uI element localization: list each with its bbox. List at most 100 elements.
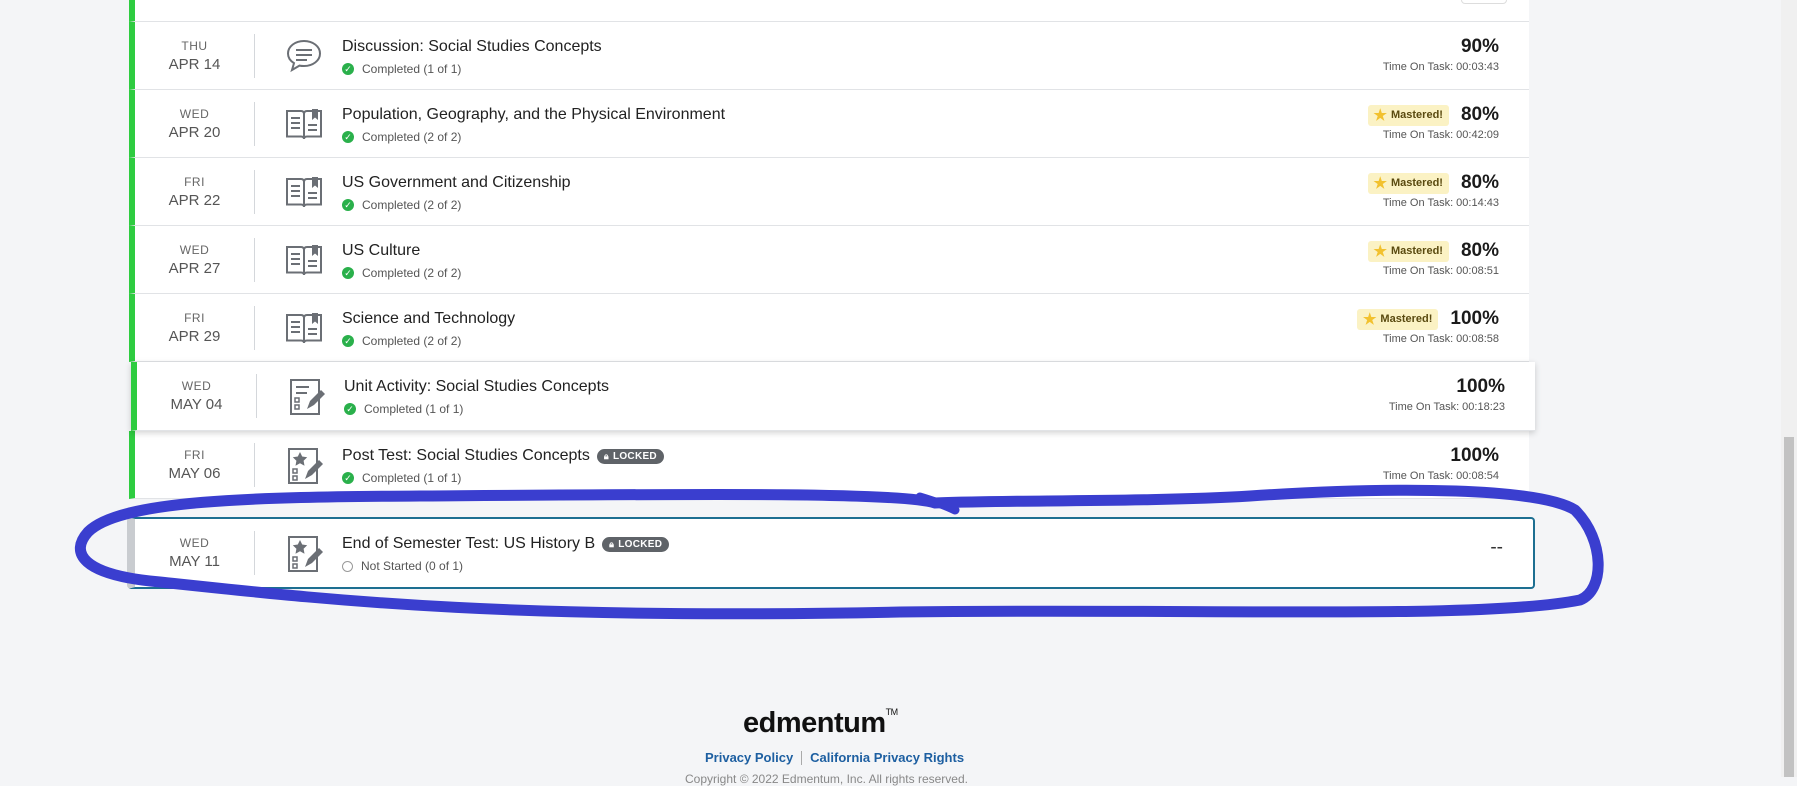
score-block: 100% Time On Task: 00:18:23 [1389,376,1505,413]
california-privacy-link[interactable]: California Privacy Rights [810,750,964,765]
due-date: FRI MAY 06 [135,431,254,498]
assignment-title-text[interactable]: US Culture [342,242,420,260]
activity-icon [285,375,327,417]
due-day: MAY 06 [168,464,221,482]
time-on-task: Time On Task: 00:08:58 [1382,333,1499,345]
status-text: Completed (1 of 1) [362,471,462,485]
time-on-task: Time On Task: 00:08:54 [1382,470,1499,482]
mastered-badge: ★ Mastered! [1367,172,1449,194]
assignment-row[interactable]: THU APR 14 Discussion: Social Studies Co… [129,22,1529,90]
assignment-title[interactable]: Science and Technology [342,310,515,328]
locked-badge: 🔒︎ LOCKED [602,536,670,552]
assignment-row[interactable]: FRI APR 22 US Government and Citizenship… [129,158,1529,226]
divider [254,102,255,146]
due-weekday: FRI [184,174,205,189]
vertical-scrollbar[interactable] [1781,0,1797,777]
footer-links: Privacy Policy California Privacy Rights [705,750,964,765]
assignment-status: ✓ Completed (1 of 1) [344,402,463,416]
status-text: Completed (2 of 2) [362,266,462,280]
due-day: APR 29 [168,327,221,345]
due-day: APR 14 [168,55,221,73]
due-date: WED APR 20 [135,90,254,157]
assignment-title[interactable]: Population, Geography, and the Physical … [342,106,725,124]
assignment-title-text[interactable]: End of Semester Test: US History B [342,535,595,553]
score-block: ★ Mastered! 100% Time On Task: 00:08:58 [1356,308,1499,345]
time-on-task: Time On Task: 00:42:09 [1382,129,1499,141]
mastered-text: Mastered! [1391,109,1443,121]
edmentum-logo[interactable]: edmentumTM [743,707,898,740]
check-icon: ✓ [342,267,354,279]
score-block: -- [1490,537,1503,559]
book-icon [283,171,325,213]
assignment-title[interactable]: Post Test: Social Studies Concepts 🔒︎ LOCK… [342,447,664,465]
privacy-policy-link[interactable]: Privacy Policy [705,750,793,765]
status-text: Completed (1 of 1) [362,62,462,76]
status-text: Not Started (0 of 1) [361,559,464,573]
link-separator [801,750,803,765]
due-day: MAY 11 [169,553,220,570]
score: 80% [1460,104,1499,125]
divider [254,531,255,575]
mastered-text: Mastered! [1391,177,1443,189]
due-day: APR 20 [168,123,221,141]
assignment-status: ✓ Completed (1 of 1) [342,62,461,76]
score: 100% [1450,445,1499,466]
score: 80% [1460,172,1499,193]
scrollbar-thumb[interactable] [1784,437,1794,777]
locked-text: LOCKED [612,450,657,462]
due-weekday: FRI [184,447,205,462]
assignment-title[interactable]: US Government and Citizenship [342,174,571,192]
lock-icon: 🔒︎ [603,450,609,461]
assignment-title[interactable]: US Culture [342,242,420,260]
due-weekday: THU [181,38,208,53]
assignment-row[interactable]: WED MAY 04 Unit Activity: Social Studies… [131,362,1535,431]
book-icon [283,239,325,281]
empty-circle-icon [342,560,353,572]
assignment-title-text[interactable]: Science and Technology [342,310,515,328]
assignment-title-text[interactable]: US Government and Citizenship [342,174,571,192]
score-block: 90% Time On Task: 00:03:43 [1383,36,1499,73]
book-icon [283,307,325,349]
locked-text: LOCKED [618,538,663,550]
assignment-row[interactable]: FRI APR 29 Science and Technology ✓ Compl… [129,294,1529,362]
assignment-title[interactable]: Unit Activity: Social Studies Concepts [344,378,609,396]
score-block: ★ Mastered! 80% Time On Task: 00:42:09 [1367,104,1499,141]
assignment-title-text[interactable]: Population, Geography, and the Physical … [342,106,725,124]
mastered-badge: ★ Mastered! [1367,240,1449,262]
score: 90% [1460,36,1499,57]
status-text: Completed (2 of 2) [362,130,462,144]
score-block: 100% Time On Task: 00:08:54 [1383,445,1499,482]
locked-badge: 🔒︎ LOCKED [596,448,664,464]
assignment-status: ✓ Completed (2 of 2) [342,266,461,280]
assignment-title-text[interactable]: Discussion: Social Studies Concepts [342,38,602,56]
due-date: WED APR 27 [135,226,254,293]
check-icon: ✓ [342,335,354,347]
assignment-row[interactable]: WED APR 20 Population, Geography, and th… [129,90,1529,158]
previous-row-badge [1461,0,1507,4]
star-icon: ★ [1373,106,1387,124]
assignment-title-text[interactable]: Post Test: Social Studies Concepts [342,447,590,465]
trademark: TM [885,707,899,717]
lock-icon: 🔒︎ [609,538,615,549]
mastered-badge: ★ Mastered! [1367,104,1449,126]
due-weekday: FRI [184,310,205,325]
status-text: Completed (2 of 2) [362,198,462,212]
mastered-text: Mastered! [1391,245,1443,257]
divider [256,374,257,418]
star-icon: ★ [1373,242,1387,260]
test-icon [283,444,325,486]
assignment-status: ✓ Completed (2 of 2) [342,198,461,212]
assignment-row[interactable]: FRI MAY 06 Post Test: Social Studies Con… [129,431,1529,499]
time-on-task: Time On Task: 00:03:43 [1382,61,1499,73]
score-block: ★ Mastered! 80% Time On Task: 00:14:43 [1367,172,1499,209]
assignment-title-text[interactable]: Unit Activity: Social Studies Concepts [344,378,609,396]
assignment-status: ✓ Completed (1 of 1) [342,471,461,485]
assignment-row[interactable]: WED APR 27 US Culture ✓ Completed (2 of 2… [129,226,1529,294]
logo-text[interactable]: edmentum [743,707,886,739]
assignment-title[interactable]: End of Semester Test: US History B 🔒︎ LOCK… [342,535,670,553]
due-weekday: WED [179,242,210,257]
star-icon: ★ [1362,310,1377,328]
divider [254,306,255,350]
assignment-title[interactable]: Discussion: Social Studies Concepts [342,38,602,56]
assignment-row[interactable]: WED MAY 11 End of Semester Test: US Hist… [127,517,1535,589]
